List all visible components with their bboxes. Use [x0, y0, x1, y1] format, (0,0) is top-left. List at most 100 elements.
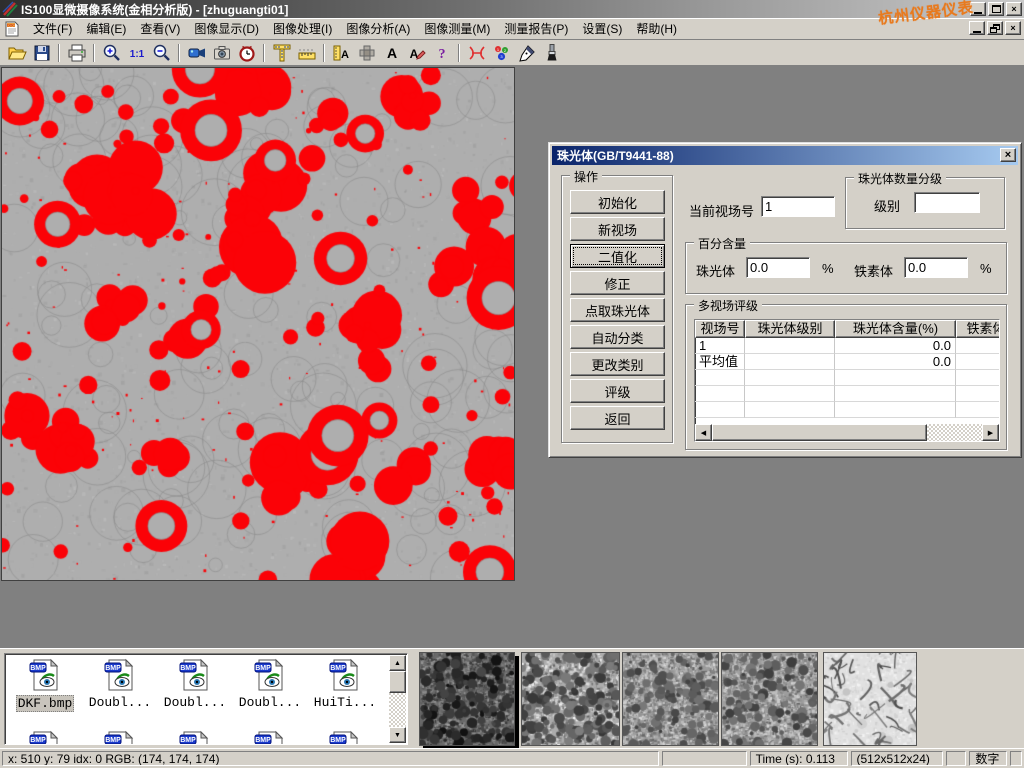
scrollbar-thumb[interactable]	[712, 424, 927, 441]
file-list-vscrollbar[interactable]: ▲ ▼	[389, 655, 406, 743]
menu-image-measure[interactable]: 图像测量(M)	[417, 17, 497, 40]
measure-label-button[interactable]: A	[329, 42, 354, 64]
pearlite-percent-input[interactable]	[746, 257, 810, 278]
maximize-button[interactable]	[988, 2, 1004, 16]
pixel-info-pane: x: 510 y: 79 idx: 0 RGB: (174, 174, 174)	[2, 751, 659, 766]
bmp-file-icon	[328, 730, 362, 745]
mdi-restore-button[interactable]	[987, 21, 1003, 35]
thumbnail-image[interactable]	[823, 652, 917, 746]
colored-balls-icon: 123	[492, 43, 512, 63]
file-item[interactable]: DKF.bmp	[9, 658, 81, 712]
app-icon	[2, 1, 18, 17]
binarized-pearlite-canvas[interactable]	[2, 68, 514, 580]
menu-view[interactable]: 查看(V)	[133, 17, 187, 40]
close-button[interactable]: ×	[1006, 2, 1022, 16]
scroll-up-button[interactable]: ▲	[389, 655, 406, 671]
mdi-close-button[interactable]: ×	[1005, 21, 1021, 35]
thumbnail-image[interactable]	[622, 652, 719, 746]
classify-button[interactable]: 123	[489, 42, 514, 64]
menu-bar: DOC 文件(F) 编辑(E) 查看(V) 图像显示(D) 图像处理(I) 图像…	[0, 18, 1024, 40]
document-icon[interactable]: DOC	[4, 21, 20, 37]
mdi-minimize-button[interactable]	[969, 21, 985, 35]
header-pearlite-content[interactable]: 珠光体含量(%)	[835, 320, 956, 338]
file-item[interactable]: Doubl...	[159, 658, 231, 710]
file-browser[interactable]: DKF.bmp Doubl... Doubl... Doubl... HuiTi…	[4, 653, 408, 745]
thumbnail-image[interactable]	[521, 652, 620, 746]
text-button[interactable]: A	[379, 42, 404, 64]
rate-button[interactable]: 评级	[570, 379, 665, 403]
grading-group-label: 珠光体数量分级	[854, 170, 946, 187]
video-capture-button[interactable]	[184, 42, 209, 64]
brush-button[interactable]	[539, 42, 564, 64]
zoom-out-icon	[152, 43, 172, 63]
menu-edit[interactable]: 编辑(E)	[79, 17, 133, 40]
change-class-button[interactable]: 更改类别	[570, 352, 665, 376]
thumbnail-image[interactable]	[419, 652, 515, 746]
ruler-icon	[297, 43, 317, 63]
file-item[interactable]	[159, 730, 231, 745]
table-row[interactable]: 平均值 0.0	[695, 354, 999, 370]
file-item[interactable]	[84, 730, 156, 745]
header-pearlite-grade[interactable]: 珠光体级别	[745, 320, 835, 338]
level-input[interactable]	[914, 192, 980, 213]
save-button[interactable]	[29, 42, 54, 64]
file-item[interactable]: HuiTi...	[309, 658, 381, 710]
help-button[interactable]: ?	[429, 42, 454, 64]
print-button[interactable]	[64, 42, 89, 64]
open-folder-icon	[7, 43, 27, 63]
curve-tool-button[interactable]	[464, 42, 489, 64]
binarize-button[interactable]: 二值化	[570, 244, 665, 268]
ferrite-percent-input[interactable]	[904, 257, 968, 278]
image-size-pane: (512x512x24)	[851, 751, 944, 766]
table-hscrollbar[interactable]: ◀ ▶	[695, 424, 999, 441]
initialize-button[interactable]: 初始化	[570, 190, 665, 214]
ruler-text-icon: A	[332, 43, 352, 63]
scroll-down-button[interactable]: ▼	[389, 727, 406, 743]
ruler-button[interactable]	[294, 42, 319, 64]
menu-file[interactable]: 文件(F)	[26, 17, 79, 40]
timer-button[interactable]	[234, 42, 259, 64]
image-stitch-button[interactable]	[354, 42, 379, 64]
file-item[interactable]: Doubl...	[234, 658, 306, 710]
zoom-out-button[interactable]	[149, 42, 174, 64]
pick-pearlite-button[interactable]: 点取珠光体	[570, 298, 665, 322]
correct-button[interactable]: 修正	[570, 271, 665, 295]
file-item[interactable]	[309, 730, 381, 745]
thumbnail-image[interactable]	[721, 652, 818, 746]
file-item[interactable]	[9, 730, 81, 745]
new-field-button[interactable]: 新视场	[570, 217, 665, 241]
menu-help[interactable]: 帮助(H)	[629, 17, 684, 40]
menu-measure-report[interactable]: 测量报告(P)	[497, 17, 575, 40]
open-button[interactable]	[4, 42, 29, 64]
scrollbar-thumb[interactable]	[389, 671, 406, 693]
bmp-file-icon	[178, 730, 212, 745]
pick-pen-button[interactable]	[514, 42, 539, 64]
multifield-table[interactable]: 视场号 珠光体级别 珠光体含量(%) 铁素体 1 0.0 平均值 0.0	[694, 319, 1000, 442]
dialog-title-bar[interactable]: 珠光体(GB/T9441-88) ×	[552, 146, 1018, 165]
dialog-close-button[interactable]: ×	[1000, 148, 1016, 162]
photo-capture-button[interactable]	[209, 42, 234, 64]
caliper-button[interactable]	[269, 42, 294, 64]
file-item[interactable]	[234, 730, 306, 745]
ferrite-label: 铁素体	[854, 261, 893, 280]
bmp-file-icon	[178, 658, 212, 692]
menu-image-analysis[interactable]: 图像分析(A)	[339, 17, 417, 40]
metallographic-image[interactable]	[1, 67, 515, 581]
auto-classify-button[interactable]: 自动分类	[570, 325, 665, 349]
return-button[interactable]: 返回	[570, 406, 665, 430]
menu-settings[interactable]: 设置(S)	[575, 17, 629, 40]
file-item[interactable]: Doubl...	[84, 658, 156, 710]
scroll-left-button[interactable]: ◀	[695, 424, 712, 441]
menu-image-display[interactable]: 图像显示(D)	[187, 17, 266, 40]
header-ferrite[interactable]: 铁素体	[956, 320, 1000, 338]
actual-size-button[interactable]: 1:1	[124, 42, 149, 64]
pen-nib-icon	[517, 43, 537, 63]
current-field-input[interactable]	[761, 196, 835, 217]
zoom-in-button[interactable]	[99, 42, 124, 64]
annotate-button[interactable]: A	[404, 42, 429, 64]
scroll-right-button[interactable]: ▶	[982, 424, 999, 441]
menu-image-processing[interactable]: 图像处理(I)	[266, 17, 339, 40]
table-row[interactable]: 1 0.0	[695, 338, 999, 354]
current-field-label: 当前视场号	[689, 201, 754, 220]
header-field-no[interactable]: 视场号	[695, 320, 745, 338]
